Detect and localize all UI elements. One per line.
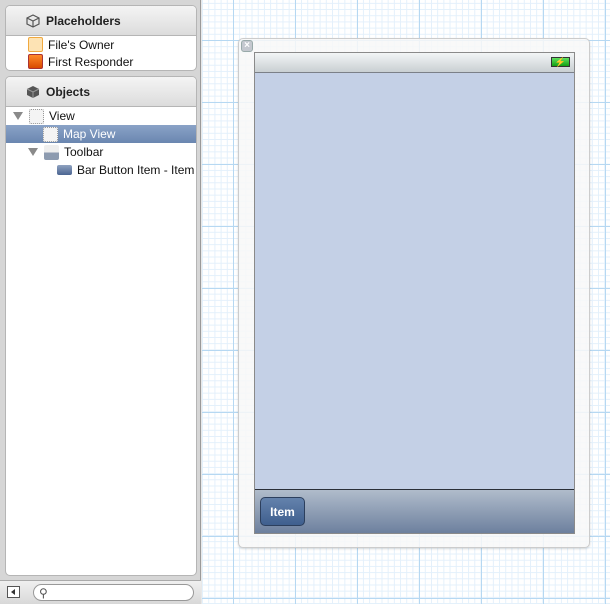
tree-item-bar-button-item[interactable]: Bar Button Item - Item <box>6 161 196 179</box>
close-icon[interactable]: × <box>241 40 253 52</box>
cube-outline-icon <box>28 37 43 52</box>
disclosure-triangle-icon[interactable] <box>13 112 23 120</box>
list-item-files-owner[interactable]: File's Owner <box>6 36 196 53</box>
first-responder-cube-icon <box>28 54 43 69</box>
item-label: Bar Button Item - Item <box>77 163 195 177</box>
status-bar: ⚡ <box>255 53 574 73</box>
tree-item-map-view[interactable]: Map View <box>6 125 196 143</box>
toolbar: Item <box>255 489 574 533</box>
view-preview[interactable]: ⚡ Item <box>254 52 575 534</box>
item-label: First Responder <box>48 54 134 69</box>
placeholders-header[interactable]: Placeholders <box>6 6 196 36</box>
objects-title: Objects <box>46 84 91 99</box>
item-label: View <box>49 109 75 123</box>
placeholders-panel: Placeholders File's Owner First Responde… <box>5 5 197 71</box>
document-outline-pane: Placeholders File's Owner First Responde… <box>0 0 201 604</box>
view-icon <box>29 108 44 124</box>
search-input[interactable] <box>54 586 184 599</box>
outline-bottom-bar: ⚲ <box>0 580 201 604</box>
item-label: Toolbar <box>64 145 104 159</box>
tree-item-toolbar[interactable]: Toolbar <box>6 143 196 161</box>
left-arrow-icon <box>11 589 15 595</box>
placeholders-title: Placeholders <box>46 13 121 28</box>
tree-item-view[interactable]: View <box>6 107 196 125</box>
cube-filled-icon <box>26 85 40 99</box>
search-icon: ⚲ <box>39 586 48 600</box>
collapse-outline-button[interactable] <box>7 586 20 598</box>
objects-header[interactable]: Objects <box>6 77 196 107</box>
view-icon <box>43 126 58 142</box>
battery-icon: ⚡ <box>551 57 570 67</box>
bar-button-item[interactable]: Item <box>260 497 305 526</box>
item-label: File's Owner <box>48 37 115 52</box>
map-view[interactable] <box>255 74 574 488</box>
toolbar-icon <box>44 144 59 160</box>
bar-button-icon <box>57 165 72 175</box>
list-item-first-responder[interactable]: First Responder <box>6 53 196 70</box>
disclosure-triangle-icon[interactable] <box>28 148 38 156</box>
objects-panel: Objects View Map View Toolbar Bar Button… <box>5 76 197 576</box>
search-field[interactable]: ⚲ <box>33 584 194 601</box>
item-label: Map View <box>63 127 116 141</box>
cube-icon <box>26 13 40 28</box>
